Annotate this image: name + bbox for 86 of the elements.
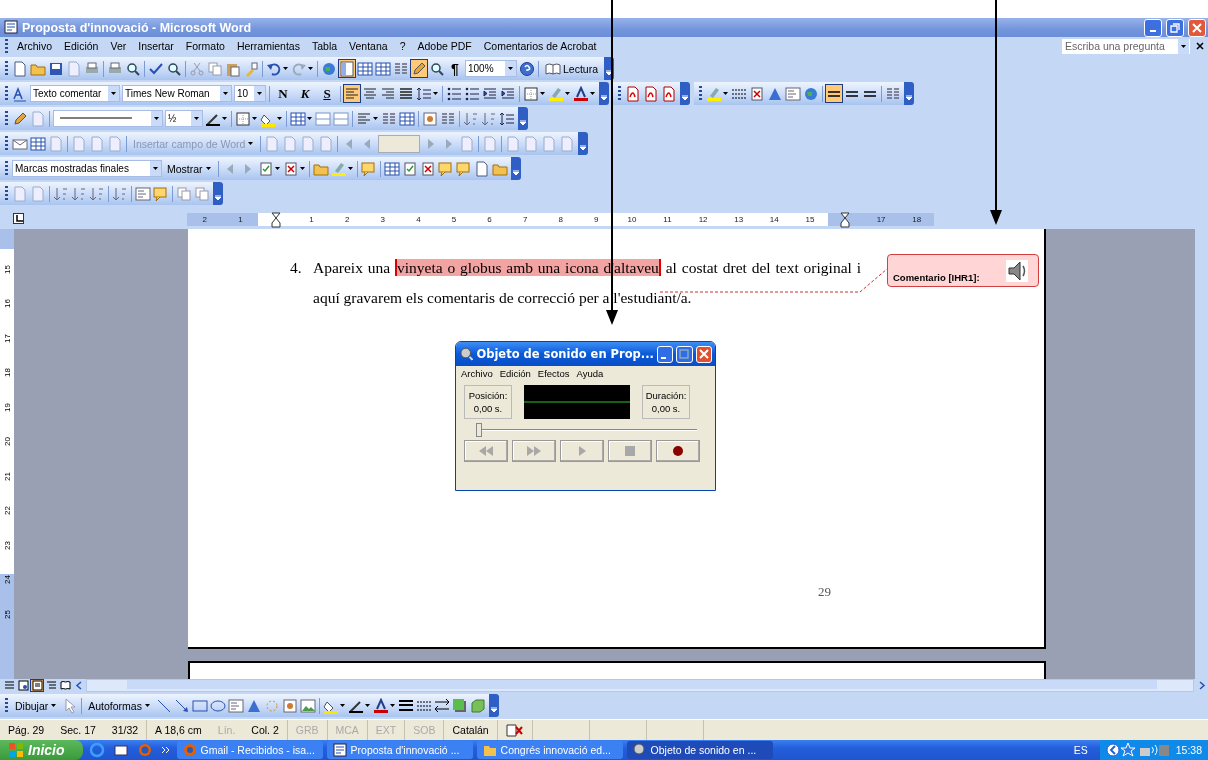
menu-item[interactable]: Adobe PDF bbox=[411, 40, 478, 52]
ruler-number: 22 bbox=[2, 506, 12, 516]
status-text: Sec. 17 bbox=[60, 724, 96, 736]
ruler-number: 23 bbox=[2, 540, 12, 550]
menu-item[interactable]: Ventana bbox=[343, 40, 394, 52]
clock: 15:38 bbox=[1175, 744, 1202, 756]
status-text: MCA bbox=[335, 724, 359, 736]
zoom-dropdown[interactable]: 100% bbox=[465, 60, 517, 77]
comment-label: Comentario [IHR1]: bbox=[893, 272, 980, 283]
taskbar-button[interactable]: Objeto de sonido en ... bbox=[626, 741, 773, 759]
ruler-number: 3 bbox=[380, 214, 385, 224]
status-text: 31/32 bbox=[111, 724, 139, 736]
ruler-number: 18 bbox=[2, 368, 12, 378]
menu-item[interactable]: Insertar bbox=[132, 40, 180, 52]
ruler-number: 24 bbox=[2, 575, 12, 585]
ruler-number: 21 bbox=[2, 471, 12, 481]
italic-button[interactable]: K bbox=[294, 84, 316, 103]
line-weight-dropdown[interactable]: ½ bbox=[165, 110, 203, 127]
ruler-number: 25 bbox=[2, 609, 12, 619]
ruler-number: 2 bbox=[202, 214, 207, 224]
status-text: Pág. 29 bbox=[8, 724, 45, 736]
ruler-number: 5 bbox=[451, 214, 457, 224]
menu-item[interactable]: Herramientas bbox=[230, 40, 306, 52]
menu-item[interactable]: Efectos bbox=[537, 368, 570, 379]
ruler-number: 11 bbox=[663, 214, 672, 224]
reading-button[interactable]: Lectura bbox=[541, 59, 603, 78]
status-text: Catalán bbox=[452, 724, 489, 736]
window-title: Proposta d'innovació - Microsoft Word bbox=[22, 20, 252, 35]
show-menu[interactable]: Mostrar bbox=[163, 159, 216, 178]
status-text: SOB bbox=[413, 724, 436, 736]
draw-menu[interactable]: Dibujar bbox=[11, 696, 62, 715]
paragraph-mark-button[interactable]: ¶ bbox=[446, 59, 464, 78]
taskbar-button[interactable]: Gmail - Recibidos - isa... bbox=[176, 741, 323, 759]
position-value: 0,00 s. bbox=[473, 402, 503, 415]
ruler-number: 8 bbox=[558, 214, 563, 224]
ruler-number: 2 bbox=[344, 214, 350, 224]
ruler-number: 4 bbox=[416, 214, 421, 224]
underline-button[interactable]: S bbox=[316, 84, 338, 103]
bold-button[interactable]: N bbox=[272, 84, 294, 103]
ruler-number: 17 bbox=[876, 214, 886, 224]
menu-item[interactable]: Ayuda bbox=[576, 368, 604, 379]
status-text: EXT bbox=[375, 724, 397, 736]
ruler-number: 10 bbox=[627, 214, 637, 224]
ruler-number: 12 bbox=[698, 214, 708, 224]
style-dropdown[interactable]: Texto comentar bbox=[30, 85, 120, 102]
menu-item[interactable]: Tabla bbox=[305, 40, 344, 52]
ruler-number: 13 bbox=[734, 214, 744, 224]
ruler-number: 20 bbox=[2, 437, 12, 447]
ruler-number: 1 bbox=[238, 214, 243, 224]
menu-item[interactable]: Edición bbox=[58, 40, 105, 52]
status-text: A 18,6 cm bbox=[155, 724, 202, 736]
duration-label: Duración: bbox=[645, 389, 687, 402]
menu-item[interactable]: Formato bbox=[179, 40, 231, 52]
ruler-number: 6 bbox=[487, 214, 492, 224]
menu-item[interactable]: ? bbox=[393, 40, 412, 52]
ruler-number: 15 bbox=[805, 214, 815, 224]
ruler-number: 18 bbox=[912, 214, 922, 224]
status-text: GRB bbox=[295, 724, 319, 736]
language-indicator[interactable]: ES bbox=[1065, 744, 1096, 756]
taskbar-button[interactable]: Congrés innovació ed... bbox=[476, 741, 623, 759]
ruler-number: 15 bbox=[2, 264, 12, 274]
menu-item[interactable]: Ver bbox=[104, 40, 133, 52]
ruler-number: 7 bbox=[522, 214, 528, 224]
position-label: Posición: bbox=[468, 389, 508, 402]
font-dropdown[interactable]: Times New Roman bbox=[122, 85, 232, 102]
autoshapes-menu[interactable]: Autoformas bbox=[84, 696, 155, 715]
font-size-dropdown[interactable]: 10 bbox=[234, 85, 266, 102]
ruler-number: 9 bbox=[594, 214, 599, 224]
status-text: Lín. bbox=[217, 724, 236, 736]
menu-item[interactable]: Comentarios de Acrobat bbox=[477, 40, 603, 52]
ruler-number: 16 bbox=[2, 299, 12, 309]
window-title: Objeto de sonido en Prop... bbox=[476, 347, 654, 361]
menu-item[interactable]: Edición bbox=[499, 368, 531, 379]
page-number: 29 bbox=[818, 584, 831, 600]
ruler-number: 14 bbox=[769, 214, 779, 224]
ruler-number: 19 bbox=[2, 402, 12, 412]
menu-item[interactable]: Archivo bbox=[461, 368, 493, 379]
menu-item[interactable]: Archivo bbox=[11, 40, 58, 52]
display-dropdown[interactable]: Marcas mostradas finales bbox=[12, 160, 162, 177]
duration-value: 0,00 s. bbox=[651, 402, 681, 415]
ruler-number: 1 bbox=[309, 214, 314, 224]
ruler-number: 17 bbox=[2, 333, 12, 343]
taskbar-button[interactable]: Proposta d'innovació ... bbox=[326, 741, 473, 759]
list-number: 4. bbox=[290, 258, 303, 278]
status-text: Col. 2 bbox=[251, 724, 279, 736]
help-search-field[interactable]: Escriba una pregunta bbox=[1062, 38, 1190, 54]
